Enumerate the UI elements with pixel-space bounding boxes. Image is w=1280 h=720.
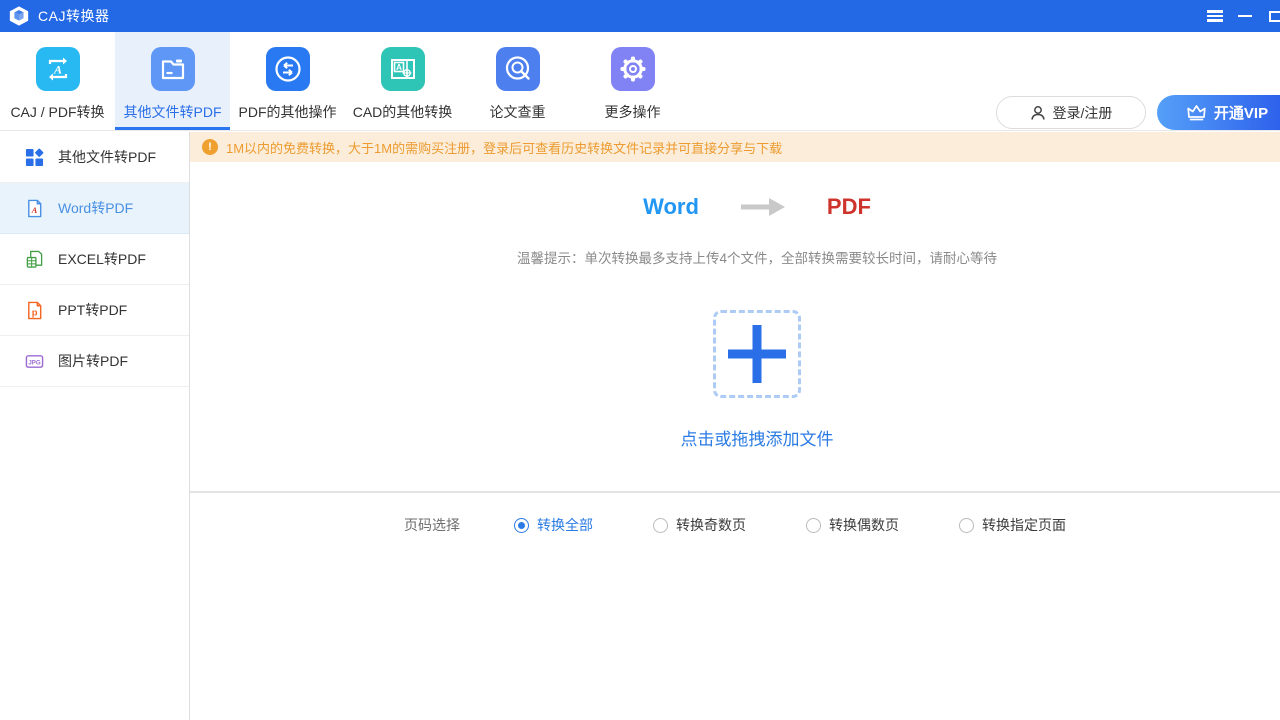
svg-text:p: p: [32, 307, 38, 318]
tab-label: 更多操作: [605, 102, 661, 122]
radio-icon: [514, 518, 529, 533]
radio-convert-all[interactable]: 转换全部: [514, 515, 593, 535]
main-panel: Word PDF 温馨提示：单次转换最多支持上传4个文件，全部转换需要较长时间，…: [190, 162, 1280, 720]
divider: [190, 491, 1280, 493]
app-title: CAJ转换器: [38, 6, 109, 26]
sidebar-item-ppt-to-pdf[interactable]: p PPT转PDF: [0, 285, 189, 336]
radio-icon: [653, 518, 668, 533]
svg-text:JPG: JPG: [28, 359, 41, 366]
sidebar-item-label: 图片转PDF: [58, 351, 128, 371]
menu-icon[interactable]: [1200, 0, 1230, 32]
login-register-button[interactable]: 登录/注册: [996, 96, 1146, 129]
excel-doc-icon: [25, 250, 44, 269]
plus-icon: [728, 325, 786, 383]
open-vip-label: 开通VIP: [1214, 102, 1268, 123]
grid-icon: [25, 148, 44, 167]
tab-other-files-to-pdf[interactable]: 其他文件转PDF: [115, 32, 230, 130]
sidebar-item-label: Word转PDF: [58, 198, 133, 218]
maximize-icon[interactable]: [1260, 0, 1280, 32]
arrow-right-icon: [741, 198, 785, 216]
tab-pdf-other-operations[interactable]: PDF的其他操作: [230, 32, 345, 130]
sidebar-item-label: 其他文件转PDF: [58, 147, 156, 167]
word-doc-icon: A: [25, 199, 44, 218]
radio-label: 转换全部: [537, 515, 593, 535]
sidebar: 其他文件转PDF A Word转PDF EXCEL转PDF p PPT转PDF: [0, 132, 190, 720]
folder-icon: [151, 47, 195, 91]
minimize-icon[interactable]: [1230, 0, 1260, 32]
sidebar-item-other-files-to-pdf[interactable]: 其他文件转PDF: [0, 132, 189, 183]
tab-label: CAJ / PDF转换: [10, 102, 104, 122]
radio-icon: [959, 518, 974, 533]
sidebar-item-image-to-pdf[interactable]: JPG 图片转PDF: [0, 336, 189, 387]
tab-plagiarism-check[interactable]: 论文查重: [460, 32, 575, 130]
jpg-image-icon: JPG: [25, 352, 44, 371]
app-logo-icon: [8, 5, 30, 27]
tab-cad-other-conversion[interactable]: A CAD的其他转换: [345, 32, 460, 130]
window-controls: [1200, 0, 1280, 32]
tab-caj-pdf-convert[interactable]: A CAJ / PDF转换: [0, 32, 115, 130]
radio-icon: [806, 518, 821, 533]
sidebar-item-word-to-pdf[interactable]: A Word转PDF: [0, 183, 189, 234]
login-register-label: 登录/注册: [1053, 103, 1113, 123]
radio-label: 转换指定页面: [982, 515, 1066, 535]
tip-text: 温馨提示：单次转换最多支持上传4个文件，全部转换需要较长时间，请耐心等待: [212, 247, 1280, 267]
page-options-label: 页码选择: [404, 515, 460, 535]
radio-label: 转换偶数页: [829, 515, 899, 535]
exchange-icon: [266, 47, 310, 91]
ppt-doc-icon: p: [25, 301, 44, 320]
titlebar: CAJ转换器: [0, 0, 1280, 32]
user-icon: [1030, 105, 1046, 121]
file-dropzone[interactable]: [713, 310, 801, 398]
svg-text:A: A: [396, 63, 402, 72]
sidebar-item-label: PPT转PDF: [58, 300, 127, 320]
dropzone-label[interactable]: 点击或拖拽添加文件: [681, 425, 834, 450]
tab-label: 其他文件转PDF: [124, 102, 222, 122]
sidebar-item-excel-to-pdf[interactable]: EXCEL转PDF: [0, 234, 189, 285]
svg-text:A: A: [31, 204, 38, 214]
crown-icon: [1187, 104, 1206, 121]
gear-icon: [611, 47, 655, 91]
plagiarism-check-icon: [496, 47, 540, 91]
source-format-label: Word: [643, 194, 699, 220]
svg-text:A: A: [52, 63, 61, 77]
warning-icon: !: [202, 139, 218, 155]
radio-convert-even-pages[interactable]: 转换偶数页: [806, 515, 899, 535]
caj-pdf-convert-icon: A: [36, 47, 80, 91]
notice-bar: ! 1M以内的免费转换，大于1M的需购买注册，登录后可查看历史转换文件记录并可直…: [190, 132, 1280, 162]
tab-label: 论文查重: [490, 102, 546, 122]
cad-drawing-icon: A: [381, 47, 425, 91]
radio-label: 转换奇数页: [676, 515, 746, 535]
open-vip-button[interactable]: 开通VIP: [1157, 95, 1280, 130]
radio-convert-odd-pages[interactable]: 转换奇数页: [653, 515, 746, 535]
toolbar: A CAJ / PDF转换 其他文件转PDF: [0, 32, 1280, 131]
notice-text: 1M以内的免费转换，大于1M的需购买注册，登录后可查看历史转换文件记录并可直接分…: [226, 138, 782, 157]
target-format-label: PDF: [827, 194, 871, 220]
tab-label: PDF的其他操作: [239, 102, 337, 122]
format-heading: Word PDF: [212, 194, 1280, 220]
tab-label: CAD的其他转换: [353, 102, 453, 122]
page-options-row: 页码选择 转换全部 转换奇数页 转换偶数页 转换指定页面: [190, 515, 1280, 535]
sidebar-item-label: EXCEL转PDF: [58, 249, 146, 269]
tab-more-operations[interactable]: 更多操作: [575, 32, 690, 130]
radio-convert-specified-pages[interactable]: 转换指定页面: [959, 515, 1066, 535]
